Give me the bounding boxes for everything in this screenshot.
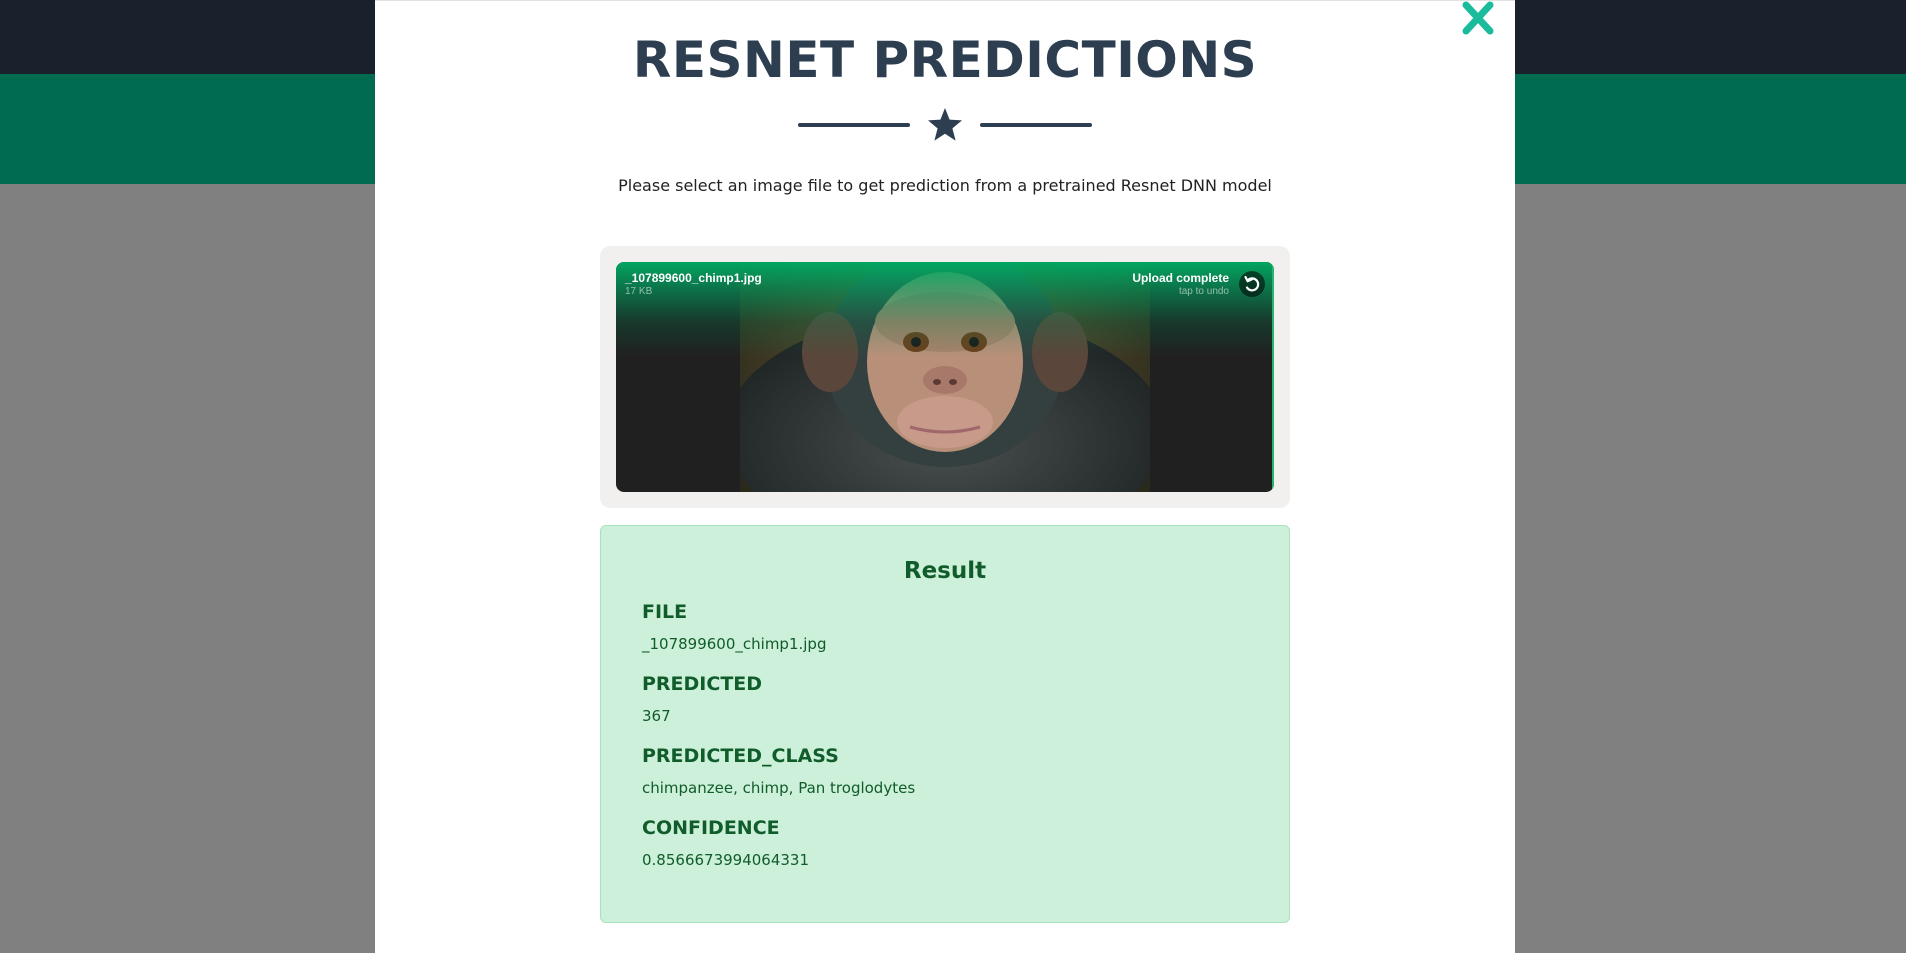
modal-subtitle: Please select an image file to get predi… (618, 176, 1272, 195)
file-upload-panel[interactable]: _107899600_chimp1.jpg 17 KB Upload compl… (600, 246, 1290, 508)
star-divider (798, 105, 1092, 145)
file-size: 17 KB (625, 286, 653, 297)
uploaded-file-item: _107899600_chimp1.jpg 17 KB Upload compl… (616, 262, 1274, 492)
field-label: PREDICTED_CLASS (642, 745, 839, 767)
star-icon (928, 108, 962, 141)
field-label: CONFIDENCE (642, 817, 780, 839)
modal-title: RESNET PREDICTIONS (632, 31, 1258, 89)
result-field-predicted: PREDICTED 367 (642, 673, 762, 725)
result-field-file: FILE _107899600_chimp1.jpg (642, 601, 826, 653)
predictions-modal: RESNET PREDICTIONS Please select an imag… (375, 0, 1515, 953)
field-value: _107899600_chimp1.jpg (642, 635, 827, 653)
field-value: 0.8566673994064331 (642, 851, 810, 869)
field-label: PREDICTED (642, 673, 763, 695)
result-field-predicted-class: PREDICTED_CLASS chimpanzee, chimp, Pan t… (642, 745, 915, 797)
field-value: 367 (642, 707, 671, 725)
result-panel: Result FILE _107899600_chimp1.jpg PREDIC… (600, 525, 1290, 923)
upload-status-hint: tap to undo (1178, 286, 1229, 297)
result-title: Result (903, 558, 987, 584)
field-value: chimpanzee, chimp, Pan troglodytes (642, 779, 916, 797)
divider-line-left (798, 123, 910, 127)
field-label: FILE (642, 601, 688, 623)
upload-status: Upload complete tap to undo (1132, 271, 1229, 297)
result-field-confidence: CONFIDENCE 0.8566673994064331 (642, 817, 809, 869)
undo-button[interactable] (1239, 271, 1265, 297)
file-info: _107899600_chimp1.jpg 17 KB (625, 271, 762, 297)
upload-status-text: Upload complete (1132, 271, 1229, 285)
file-name: _107899600_chimp1.jpg (625, 271, 762, 285)
divider-line-right (980, 123, 1092, 127)
undo-icon (1244, 275, 1260, 292)
